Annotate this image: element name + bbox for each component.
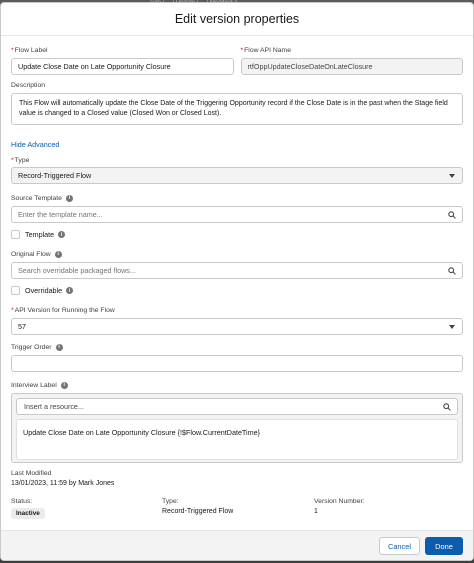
done-button[interactable]: Done xyxy=(425,537,463,555)
source-template-field: Source Template i Enter the template name… xyxy=(11,194,463,223)
chevron-down-icon xyxy=(449,174,455,178)
original-flow-label: Original Flow xyxy=(11,251,51,258)
overridable-checkbox[interactable] xyxy=(11,286,20,295)
interview-label-label: Interview Label xyxy=(11,382,57,389)
source-template-label: Source Template xyxy=(11,195,62,202)
original-flow-placeholder: Search overridable packaged flows... xyxy=(18,266,136,275)
modal-footer: Cancel Done xyxy=(1,530,473,560)
trigger-order-field: Trigger Order i xyxy=(11,343,463,372)
template-checkbox-label: Template xyxy=(25,230,55,239)
hide-advanced-link[interactable]: Hide Advanced xyxy=(11,140,59,149)
status-block: Status: Inactive xyxy=(11,498,162,519)
template-checkbox-row: Template i xyxy=(11,230,463,239)
original-flow-input[interactable]: Search overridable packaged flows... xyxy=(11,262,463,279)
api-name-input[interactable]: rtfOppUpdateCloseDateOnLateClosure xyxy=(240,58,463,75)
type-meta-label: Type: xyxy=(162,498,179,505)
modal-body: * Flow Label Update Close Date on Late Op… xyxy=(1,37,473,535)
interview-label-editor: Insert a resource... Update Close Date o… xyxy=(11,393,463,463)
api-name-label: Flow API Name xyxy=(244,47,291,54)
api-version-value: 57 xyxy=(18,322,26,331)
status-label: Status: xyxy=(11,498,33,505)
version-label: Version Number: xyxy=(314,498,365,505)
api-name-field: * Flow API Name rtfOppUpdateCloseDateOnLa… xyxy=(240,46,463,75)
required-marker: * xyxy=(11,47,14,54)
version-block: Version Number: 1 xyxy=(314,498,365,519)
type-select[interactable]: Record-Triggered Flow xyxy=(11,167,463,184)
api-version-label: API Version for Running the Flow xyxy=(14,307,115,314)
required-marker: * xyxy=(240,47,244,54)
info-icon[interactable]: i xyxy=(65,195,73,202)
source-template-input[interactable]: Enter the template name... xyxy=(11,206,463,223)
required-marker: * xyxy=(11,157,14,164)
flow-label-field: * Flow Label Update Close Date on Late Op… xyxy=(11,46,234,75)
type-meta-block: Type: Record-Triggered Flow xyxy=(162,498,314,519)
interview-label-textarea[interactable]: Update Close Date on Late Opportunity Cl… xyxy=(16,419,458,460)
edit-version-properties-modal: Edit version properties * Flow Label Upda… xyxy=(0,2,474,561)
description-label: Description xyxy=(11,82,45,89)
info-icon[interactable]: i xyxy=(54,251,62,258)
description-field: Description This Flow will automatically… xyxy=(11,81,463,125)
search-icon xyxy=(443,403,451,411)
label-row: * Flow Label Update Close Date on Late Op… xyxy=(11,46,463,75)
cancel-button[interactable]: Cancel xyxy=(379,537,420,555)
info-icon[interactable]: i xyxy=(58,231,66,238)
overridable-checkbox-label: Overridable xyxy=(25,286,63,295)
modal-header: Edit version properties xyxy=(1,3,473,36)
resource-search-placeholder: Insert a resource... xyxy=(24,402,84,411)
interview-label-field: Interview Label i Insert a resource... Up… xyxy=(11,381,463,463)
version-value: 1 xyxy=(314,508,318,515)
resource-search-input[interactable]: Insert a resource... xyxy=(16,398,458,415)
api-version-select[interactable]: 57 xyxy=(11,318,463,335)
type-label: Type xyxy=(14,157,30,164)
info-icon[interactable]: i xyxy=(55,344,63,351)
chevron-down-icon xyxy=(449,325,455,329)
version-meta-row: Status: Inactive Type: Record-Triggered … xyxy=(11,498,463,519)
modal-title: Edit version properties xyxy=(174,12,300,26)
original-flow-field: Original Flow i Search overridable packag… xyxy=(11,250,463,279)
search-icon xyxy=(448,267,456,275)
info-icon[interactable]: i xyxy=(66,287,74,294)
overridable-checkbox-row: Overridable i xyxy=(11,286,463,295)
description-textarea[interactable]: This Flow will automatically update the … xyxy=(11,93,463,125)
trigger-order-label: Trigger Order xyxy=(11,344,52,351)
last-modified-value: 13/01/2023, 11:59 by Mark Jones xyxy=(11,480,115,487)
type-field: * Type Record-Triggered Flow xyxy=(11,156,463,184)
flow-label-label: Flow Label xyxy=(14,47,48,54)
info-icon[interactable]: i xyxy=(60,382,68,389)
type-meta-value: Record-Triggered Flow xyxy=(162,508,234,515)
search-icon xyxy=(448,211,456,219)
source-template-placeholder: Enter the template name... xyxy=(18,210,103,219)
flow-label-input[interactable]: Update Close Date on Late Opportunity Cl… xyxy=(11,58,234,75)
trigger-order-input[interactable] xyxy=(11,355,463,372)
api-version-field: * API Version for Running the Flow 57 xyxy=(11,306,463,335)
template-checkbox[interactable] xyxy=(11,230,20,239)
last-modified-label: Last Modified xyxy=(11,470,52,477)
last-modified-block: Last Modified 13/01/2023, 11:59 by Mark … xyxy=(11,470,463,487)
required-marker: * xyxy=(11,307,14,314)
type-select-value: Record-Triggered Flow xyxy=(18,171,92,180)
status-badge: Inactive xyxy=(11,508,45,519)
